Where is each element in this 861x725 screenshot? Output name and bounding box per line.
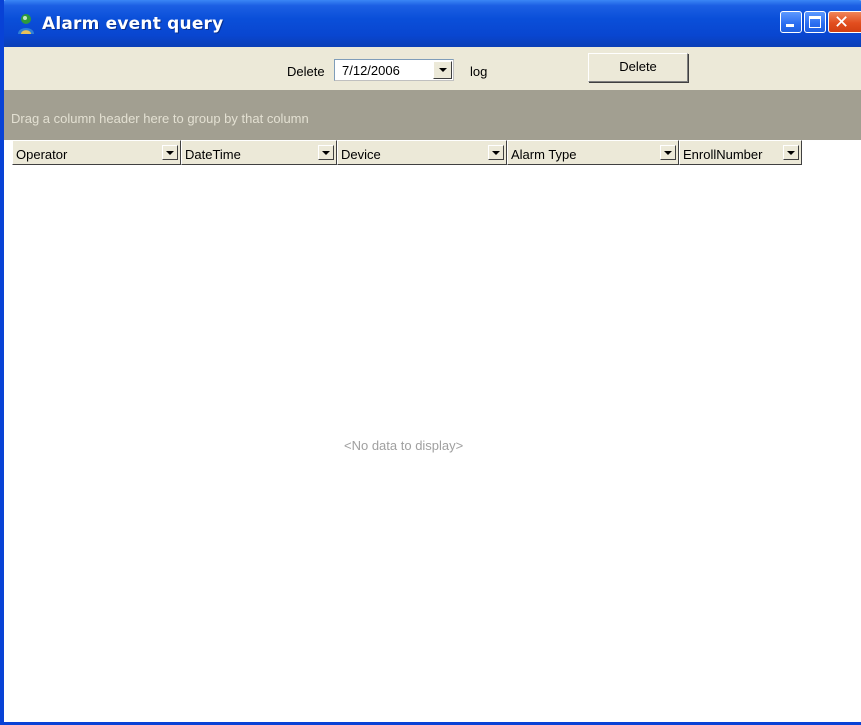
maximize-button[interactable] <box>804 11 826 33</box>
chevron-down-icon <box>439 68 447 72</box>
column-label: Operator <box>16 147 68 162</box>
date-picker[interactable]: 7/12/2006 <box>334 59 454 81</box>
app-person-icon <box>18 14 34 34</box>
column-filter-button[interactable] <box>660 145 676 160</box>
close-button[interactable]: ✕ <box>828 11 861 33</box>
minimize-button[interactable] <box>780 11 802 33</box>
chevron-down-icon <box>787 151 795 155</box>
grid-header-row: Operator DateTime Device Alarm Type Enro… <box>12 140 802 165</box>
delete-prefix-label: Delete <box>287 64 325 79</box>
column-label: EnrollNumber <box>683 147 763 162</box>
group-by-panel[interactable]: Drag a column header here to group by th… <box>4 90 861 140</box>
column-label: DateTime <box>185 147 241 162</box>
title-bar[interactable]: Alarm event query ✕ <box>4 0 861 47</box>
column-header-operator[interactable]: Operator <box>12 140 181 165</box>
chevron-down-icon <box>492 151 500 155</box>
group-by-hint: Drag a column header here to group by th… <box>11 111 309 126</box>
column-header-device[interactable]: Device <box>337 140 507 165</box>
delete-button[interactable]: Delete <box>588 53 688 82</box>
column-header-datetime[interactable]: DateTime <box>181 140 337 165</box>
date-dropdown-button[interactable] <box>433 61 452 79</box>
close-icon: ✕ <box>834 12 850 32</box>
chevron-down-icon <box>664 151 672 155</box>
log-label: log <box>470 64 488 79</box>
column-header-alarm-type[interactable]: Alarm Type <box>507 140 679 165</box>
toolbar: Delete 7/12/2006 log Delete <box>4 47 861 90</box>
column-header-enroll-number[interactable]: EnrollNumber <box>679 140 802 165</box>
date-value[interactable]: 7/12/2006 <box>342 63 400 78</box>
chevron-down-icon <box>166 151 174 155</box>
alarm-event-query-window: Alarm event query ✕ Delete 7/12/2006 log… <box>0 0 861 725</box>
column-filter-button[interactable] <box>318 145 334 160</box>
column-label: Device <box>341 147 381 162</box>
empty-grid-message: <No data to display> <box>344 438 464 453</box>
window-title: Alarm event query <box>42 14 224 34</box>
column-filter-button[interactable] <box>783 145 799 160</box>
grid-body[interactable]: <No data to display> <box>4 165 861 722</box>
minimize-icon <box>786 24 794 27</box>
maximize-icon <box>809 16 821 28</box>
chevron-down-icon <box>322 151 330 155</box>
column-label: Alarm Type <box>511 147 577 162</box>
column-filter-button[interactable] <box>162 145 178 160</box>
column-filter-button[interactable] <box>488 145 504 160</box>
